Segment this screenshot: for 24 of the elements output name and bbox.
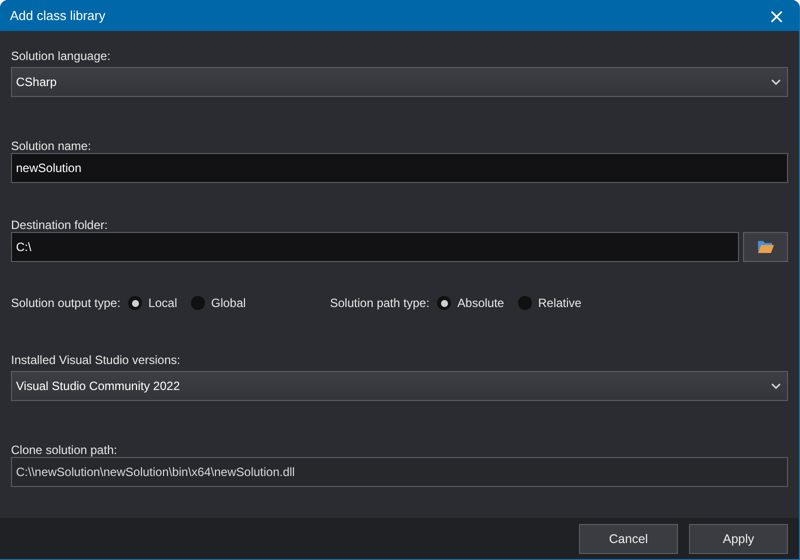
version-dropdown[interactable]: Visual Studio Community 2022 — [11, 371, 788, 401]
chevron-down-icon — [771, 383, 781, 389]
radio-option[interactable]: Local — [128, 296, 178, 310]
folder-icon — [756, 240, 774, 254]
close-button[interactable]: × — [764, 6, 789, 26]
dialog-button[interactable]: Cancel — [579, 524, 678, 554]
language-dropdown[interactable]: CSharp — [11, 67, 788, 97]
field-label: Solution language: — [11, 48, 112, 63]
radio-option[interactable]: Global — [191, 296, 246, 310]
window-title: Add class library — [10, 8, 106, 23]
browse-button[interactable] — [743, 232, 788, 262]
clone-path-field[interactable]: C:\\newSolution\newSolution\bin\x64\newSolution.dll — [11, 457, 788, 487]
radio-group-label: Solution path type: — [330, 296, 430, 310]
radio-option[interactable]: Absolute — [437, 296, 504, 310]
dialog-button[interactable]: Apply — [689, 524, 788, 554]
field-label: Installed Visual Studio versions: — [11, 352, 182, 367]
chevron-down-icon — [771, 79, 781, 85]
field-label: Solution name: — [11, 138, 92, 153]
field-label: Destination folder: — [11, 217, 109, 232]
radio-option[interactable]: Relative — [518, 296, 582, 310]
name-input-field[interactable]: newSolution — [11, 153, 788, 183]
radio-group-label: Solution output type: — [11, 296, 120, 310]
field-label: Clone solution path: — [11, 442, 118, 457]
folder-input-field[interactable]: C:\ — [11, 232, 739, 262]
